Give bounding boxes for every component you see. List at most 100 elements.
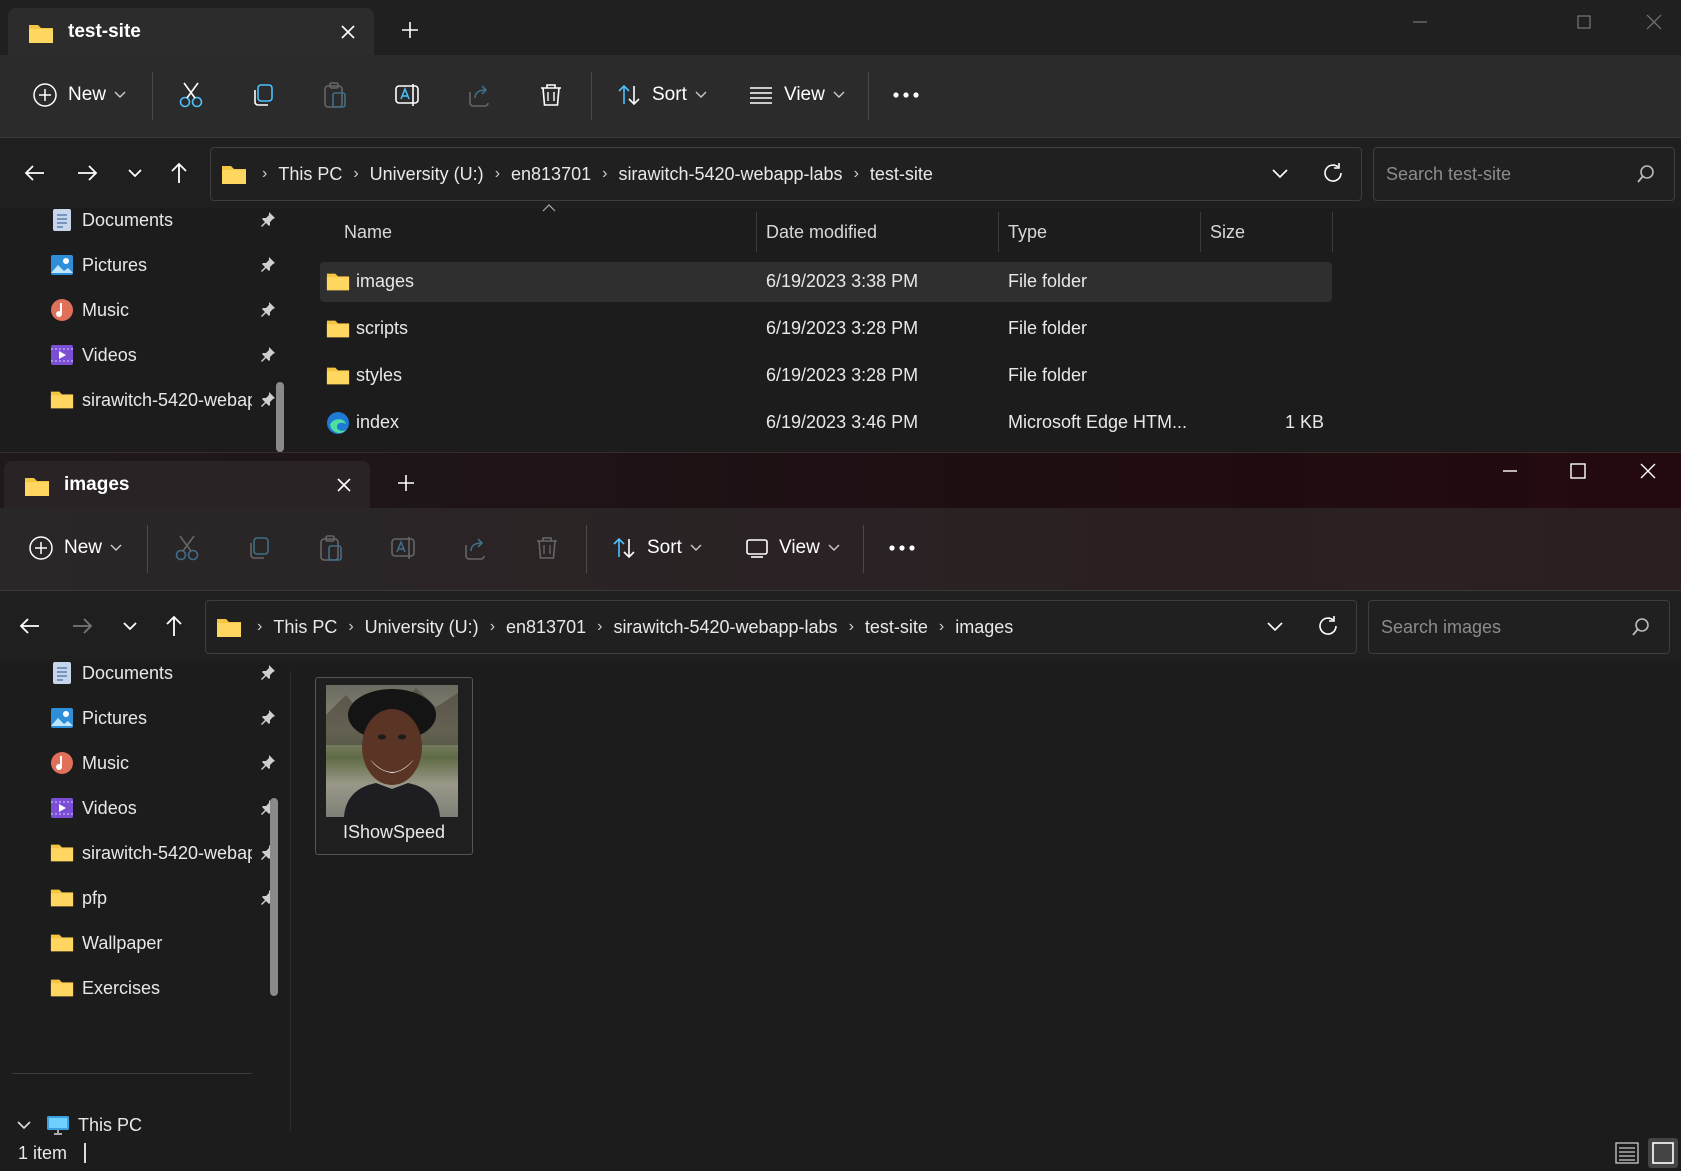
sidebar-scrollbar[interactable]	[270, 798, 278, 996]
paste-button[interactable]	[318, 528, 344, 568]
recent-locations-chevron-icon[interactable]	[122, 160, 148, 186]
breadcrumb-item[interactable]: images	[955, 617, 1013, 638]
address-bar[interactable]: › This PC › University (U:) › en813701 › sir…	[210, 147, 1362, 201]
view-button[interactable]: View	[745, 528, 840, 568]
minimize-icon[interactable]	[1498, 459, 1522, 483]
new-button[interactable]: New	[28, 528, 122, 568]
sidebar-item-music[interactable]: Music	[50, 743, 275, 783]
sidebar-label: Documents	[82, 662, 174, 683]
search-input[interactable]	[1379, 613, 1623, 641]
sidebar-scrollbar[interactable]	[276, 382, 284, 452]
folder-icon	[50, 841, 74, 865]
close-tab-icon[interactable]	[332, 473, 356, 497]
search-input[interactable]	[1384, 160, 1628, 188]
title-bar: test-site	[0, 0, 1681, 55]
up-arrow-icon[interactable]	[166, 160, 192, 186]
sidebar-item-videos[interactable]: Videos	[50, 788, 275, 828]
copy-button[interactable]	[246, 528, 272, 568]
refresh-icon[interactable]	[1321, 161, 1345, 185]
table-row[interactable]: styles 6/19/2023 3:28 PM File folder	[320, 356, 1332, 396]
sidebar-item-pfp[interactable]: pfp	[50, 878, 275, 918]
search-icon[interactable]	[1631, 617, 1651, 637]
cut-button[interactable]	[178, 75, 204, 115]
share-button[interactable]	[466, 75, 492, 115]
breadcrumb-item[interactable]: This PC	[278, 164, 342, 185]
rename-button[interactable]	[394, 75, 422, 115]
more-options-button[interactable]	[892, 75, 920, 115]
breadcrumb-item[interactable]: test-site	[865, 617, 928, 638]
sidebar-item-exercises[interactable]: Exercises	[50, 968, 270, 1008]
refresh-icon[interactable]	[1316, 614, 1340, 638]
explorer-window-test-site: test-site New Sort View › This PC › Univ…	[0, 0, 1681, 452]
recent-locations-chevron-icon[interactable]	[117, 613, 143, 639]
sidebar-item-sirawitch-5420-webapp-labs[interactable]: sirawitch-5420-webapp-labs	[50, 380, 275, 420]
back-arrow-icon[interactable]	[17, 613, 43, 639]
sort-button[interactable]: Sort	[616, 75, 707, 115]
minimize-icon[interactable]	[1408, 10, 1432, 34]
more-options-button[interactable]	[888, 528, 916, 568]
delete-button[interactable]	[538, 75, 564, 115]
table-row[interactable]: images 6/19/2023 3:38 PM File folder	[320, 262, 1332, 302]
column-header-size[interactable]: Size	[1210, 210, 1245, 254]
table-row[interactable]: index 6/19/2023 3:46 PM Microsoft Edge HTM…	[320, 403, 1332, 443]
sort-button[interactable]: Sort	[611, 528, 702, 568]
close-window-icon[interactable]	[1642, 10, 1666, 34]
share-button[interactable]	[462, 528, 488, 568]
sidebar-item-wallpaper[interactable]: Wallpaper	[50, 923, 270, 963]
music-icon	[50, 751, 74, 775]
breadcrumb-item[interactable]: test-site	[870, 164, 933, 185]
column-header-type[interactable]: Type	[1008, 210, 1047, 254]
sidebar-item-videos[interactable]: Videos	[50, 335, 275, 375]
file-tile[interactable]: IShowSpeed	[315, 677, 473, 855]
address-dropdown-chevron-icon[interactable]	[1269, 162, 1291, 184]
breadcrumb-item[interactable]: sirawitch-5420-webapp-labs	[618, 164, 842, 185]
sidebar-item-documents[interactable]: Documents	[50, 200, 275, 240]
trash-icon	[538, 82, 564, 108]
address-bar[interactable]: › This PC › University (U:) › en813701 › sir…	[205, 600, 1357, 654]
sort-icon	[616, 82, 642, 108]
details-view-icon[interactable]	[1614, 1140, 1640, 1166]
table-row[interactable]: scripts 6/19/2023 3:28 PM File folder	[320, 309, 1332, 349]
address-dropdown-chevron-icon[interactable]	[1264, 615, 1286, 637]
rename-button[interactable]	[390, 528, 418, 568]
breadcrumb-item[interactable]: sirawitch-5420-webapp-labs	[613, 617, 837, 638]
sidebar-label: This PC	[78, 1114, 143, 1135]
close-window-icon[interactable]	[1636, 459, 1660, 483]
title-bar: images	[0, 453, 1681, 508]
sidebar-item-documents[interactable]: Documents	[50, 653, 275, 693]
copy-button[interactable]	[250, 75, 276, 115]
column-header-date-modified[interactable]: Date modified	[766, 210, 877, 254]
cut-button[interactable]	[174, 528, 200, 568]
delete-button[interactable]	[534, 528, 560, 568]
back-arrow-icon[interactable]	[22, 160, 48, 186]
sidebar-item-pictures[interactable]: Pictures	[50, 698, 275, 738]
file-date: 6/19/2023 3:28 PM	[766, 318, 919, 338]
forward-arrow-icon[interactable]	[69, 613, 95, 639]
maximize-icon[interactable]	[1566, 459, 1590, 483]
new-tab-icon[interactable]	[394, 471, 418, 495]
search-icon[interactable]	[1636, 164, 1656, 184]
paste-button[interactable]	[322, 75, 348, 115]
forward-arrow-icon[interactable]	[74, 160, 100, 186]
breadcrumb-item[interactable]: en813701	[506, 617, 586, 638]
breadcrumb-item[interactable]: University (U:)	[370, 164, 484, 185]
maximize-icon[interactable]	[1572, 10, 1596, 34]
sidebar-item-music[interactable]: Music	[50, 290, 275, 330]
new-tab-icon[interactable]	[398, 18, 422, 42]
new-button[interactable]: New	[32, 75, 126, 115]
sidebar-item-pictures[interactable]: Pictures	[50, 245, 275, 285]
tab-images[interactable]: images	[4, 461, 370, 508]
sidebar-label: Videos	[82, 797, 137, 818]
large-icons-view-icon[interactable]	[1648, 1138, 1678, 1168]
up-arrow-icon[interactable]	[161, 613, 187, 639]
close-tab-icon[interactable]	[336, 20, 360, 44]
view-label: View	[779, 537, 820, 558]
breadcrumb-item[interactable]: en813701	[511, 164, 591, 185]
sidebar-item-sirawitch-5420-webapp-labs[interactable]: sirawitch-5420-webapp-labs	[50, 833, 275, 873]
view-button[interactable]: View	[748, 75, 845, 115]
sidebar-label: Pictures	[82, 707, 148, 728]
breadcrumb-item[interactable]: University (U:)	[365, 617, 479, 638]
tab-test-site[interactable]: test-site	[8, 8, 374, 55]
breadcrumb-item[interactable]: This PC	[273, 617, 337, 638]
column-header-name[interactable]: Name	[344, 210, 392, 254]
